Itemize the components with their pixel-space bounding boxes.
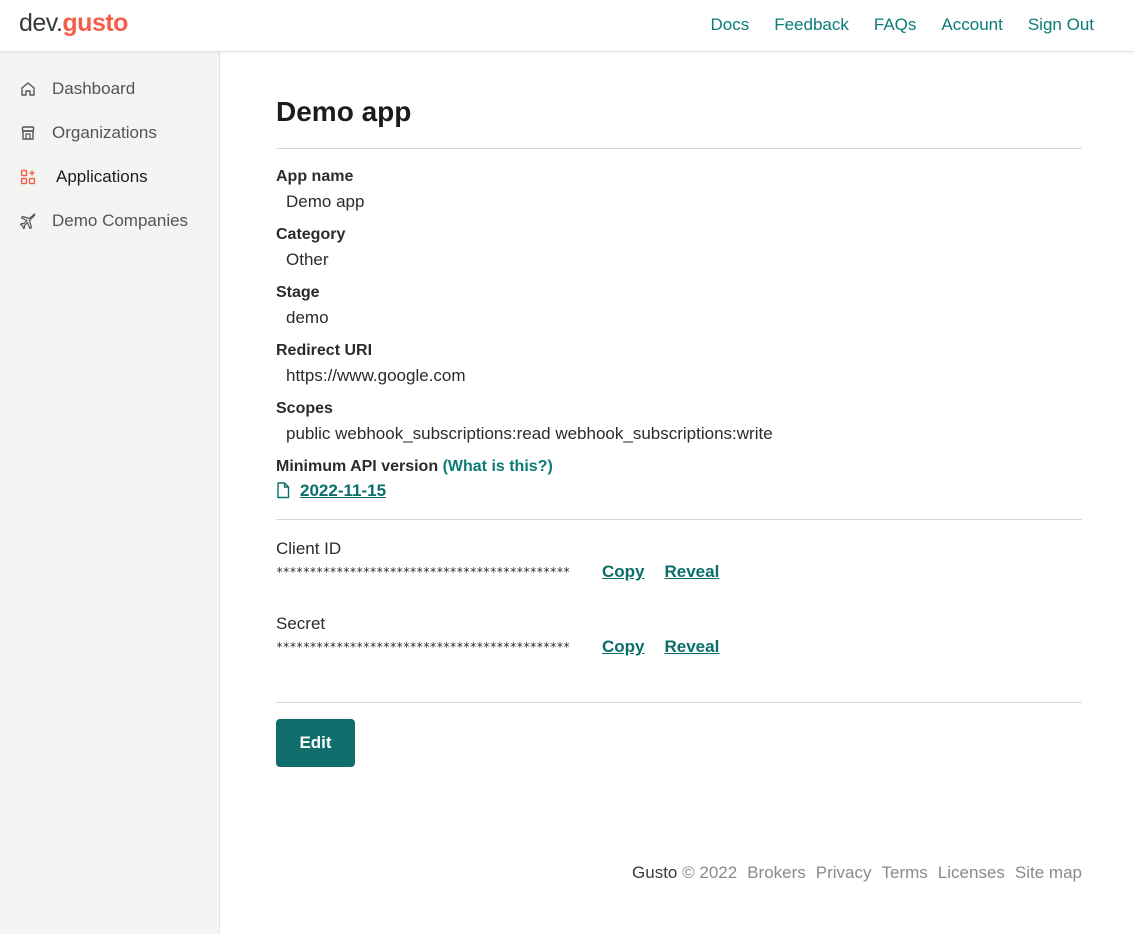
storefront-icon — [19, 124, 37, 142]
document-icon — [276, 482, 292, 500]
redirect-uri-value: https://www.google.com — [286, 366, 466, 385]
nav-account-link[interactable]: Account — [941, 15, 1002, 35]
sidebar-item-demo-companies[interactable]: Demo Companies — [19, 211, 188, 231]
apps-grid-icon — [19, 168, 37, 186]
footer-terms-link[interactable]: Terms — [882, 863, 928, 883]
scopes-value: public webhook_subscriptions:read webhoo… — [286, 424, 773, 443]
secret-masked-value: ****************************************… — [276, 640, 570, 654]
sidebar-item-label: Demo Companies — [52, 211, 189, 230]
reveal-secret-button[interactable]: Reveal — [665, 637, 720, 657]
min-api-version-label: Minimum API version (What is this?) — [276, 458, 553, 476]
nav-docs-link[interactable]: Docs — [710, 15, 749, 35]
sidebar-item-applications[interactable]: Applications — [19, 167, 148, 187]
footer-site-map-link[interactable]: Site map — [1015, 863, 1082, 883]
sidebar-item-organizations[interactable]: Organizations — [19, 123, 157, 143]
footer-privacy-link[interactable]: Privacy — [816, 863, 872, 883]
redirect-uri-label: Redirect URI — [276, 342, 373, 359]
footer-copyright-year: © 2022 — [682, 863, 738, 882]
home-icon — [19, 80, 37, 98]
sidebar-item-label: Organizations — [52, 123, 157, 142]
copy-secret-button[interactable]: Copy — [602, 637, 645, 657]
logo-dev-text: dev. — [19, 9, 63, 37]
footer: Gusto © 2022 Brokers Privacy Terms Licen… — [632, 863, 1082, 883]
footer-copyright: Gusto © 2022 — [632, 863, 737, 883]
stage-value: demo — [286, 308, 329, 327]
what-is-this-link[interactable]: (What is this?) — [443, 458, 553, 475]
api-version-value: 2022-11-15 — [300, 481, 387, 500]
client-id-row: ****************************************… — [276, 562, 719, 582]
category-label: Category — [276, 226, 346, 243]
sidebar-item-label: Applications — [56, 167, 148, 186]
app-name-label: App name — [276, 168, 354, 185]
sidebar-item-dashboard[interactable]: Dashboard — [19, 79, 135, 99]
sidebar-item-label: Dashboard — [52, 79, 136, 98]
copy-client-id-button[interactable]: Copy — [602, 562, 645, 582]
divider — [276, 702, 1082, 703]
sidebar: Dashboard Organizations Applications Dem… — [0, 52, 220, 934]
airplane-icon — [19, 212, 37, 230]
divider — [276, 519, 1082, 520]
secret-label: Secret — [276, 614, 326, 633]
footer-licenses-link[interactable]: Licenses — [938, 863, 1005, 883]
dev-gusto-logo[interactable]: dev.gusto — [19, 9, 128, 38]
footer-brokers-link[interactable]: Brokers — [747, 863, 806, 883]
nav-feedback-link[interactable]: Feedback — [774, 15, 849, 35]
logo-gusto-text: gusto — [62, 9, 128, 37]
nav-sign-out-link[interactable]: Sign Out — [1028, 15, 1094, 35]
footer-brand: Gusto — [632, 863, 678, 882]
edit-button[interactable]: Edit — [276, 719, 355, 767]
nav-faqs-link[interactable]: FAQs — [874, 15, 917, 35]
scopes-label: Scopes — [276, 400, 333, 417]
page-title: Demo app — [276, 96, 412, 127]
reveal-client-id-button[interactable]: Reveal — [665, 562, 720, 582]
top-nav: Docs Feedback FAQs Account Sign Out — [710, 15, 1094, 35]
divider — [276, 148, 1082, 149]
app-name-value: Demo app — [286, 192, 365, 211]
api-version-link[interactable]: 2022-11-15 — [276, 481, 386, 501]
stage-label: Stage — [276, 284, 320, 301]
secret-row: ****************************************… — [276, 637, 719, 657]
min-api-version-text: Minimum API version — [276, 458, 439, 475]
top-header: dev.gusto Docs Feedback FAQs Account Sig… — [0, 0, 1135, 52]
category-value: Other — [286, 250, 329, 269]
client-id-label: Client ID — [276, 539, 342, 558]
client-id-masked-value: ****************************************… — [276, 565, 570, 579]
